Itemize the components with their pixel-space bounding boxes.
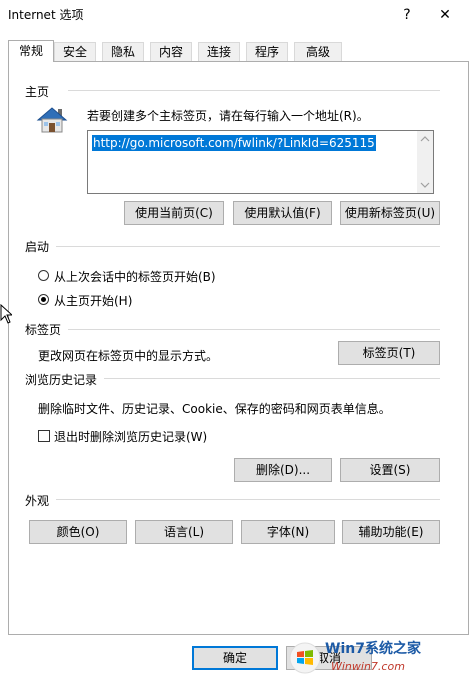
tabs-description: 更改网页在标签页中的显示方式。 xyxy=(38,349,219,363)
home-instruction: 若要创建多个主标签页，请在每行输入一个地址(R)。 xyxy=(87,109,369,123)
house-icon xyxy=(36,106,68,134)
tabs-section-title: 标签页 xyxy=(25,323,62,337)
colors-button[interactable]: 颜色(O) xyxy=(29,520,127,544)
home-url-textarea[interactable]: http://go.microsoft.com/fwlink/?LinkId=6… xyxy=(87,130,434,194)
delete-history-button[interactable]: 删除(D)... xyxy=(234,458,332,482)
home-url-text: http://go.microsoft.com/fwlink/?LinkId=6… xyxy=(92,135,376,151)
tab-security[interactable]: 安全 xyxy=(54,42,96,61)
fonts-button[interactable]: 字体(N) xyxy=(241,520,335,544)
use-default-button[interactable]: 使用默认值(F) xyxy=(233,201,332,225)
divider xyxy=(68,90,440,91)
appearance-section-title: 外观 xyxy=(25,494,50,508)
use-new-tab-button[interactable]: 使用新标签页(U) xyxy=(340,201,440,225)
help-button[interactable]: ? xyxy=(392,2,422,28)
divider xyxy=(68,329,440,330)
tab-connections[interactable]: 连接 xyxy=(198,42,240,61)
radio-last-session-label[interactable]: 从上次会话中的标签页开始(B) xyxy=(54,268,216,285)
startup-section-title: 启动 xyxy=(25,240,50,254)
home-section-title: 主页 xyxy=(25,85,50,99)
tab-content[interactable]: 内容 xyxy=(150,42,192,61)
close-button[interactable]: ✕ xyxy=(430,2,460,28)
delete-on-exit-checkbox[interactable] xyxy=(38,430,50,442)
window-title: Internet 选项 xyxy=(8,8,84,22)
delete-on-exit-label[interactable]: 退出时删除浏览历史记录(W) xyxy=(54,428,207,445)
watermark-site: Winwin7.com xyxy=(331,660,405,673)
ok-button[interactable]: 确定 xyxy=(192,646,278,670)
radio-home-page-label[interactable]: 从主页开始(H) xyxy=(54,292,132,309)
history-settings-button[interactable]: 设置(S) xyxy=(340,458,440,482)
tab-general[interactable]: 常规 xyxy=(8,40,54,62)
tabs-settings-button[interactable]: 标签页(T) xyxy=(338,341,440,365)
divider xyxy=(104,378,440,379)
watermark: Win7系统之家 Winwin7.com xyxy=(287,638,467,678)
tab-privacy[interactable]: 隐私 xyxy=(102,42,144,61)
languages-button[interactable]: 语言(L) xyxy=(135,520,233,544)
watermark-brand: Win7系统之家 xyxy=(325,641,421,657)
history-section-title: 浏览历史记录 xyxy=(25,373,98,387)
use-current-button[interactable]: 使用当前页(C) xyxy=(124,201,224,225)
tab-programs[interactable]: 程序 xyxy=(246,42,288,61)
tab-advanced[interactable]: 高级 xyxy=(294,42,342,61)
accessibility-button[interactable]: 辅助功能(E) xyxy=(342,520,440,544)
cursor-arrow-icon xyxy=(0,303,14,327)
history-description: 删除临时文件、历史记录、Cookie、保存的密码和网页表单信息。 xyxy=(38,402,391,416)
divider xyxy=(56,246,440,247)
textarea-scrollbar[interactable] xyxy=(417,131,433,193)
divider xyxy=(56,499,440,500)
radio-last-session[interactable] xyxy=(38,270,49,281)
radio-home-page[interactable] xyxy=(38,294,49,305)
